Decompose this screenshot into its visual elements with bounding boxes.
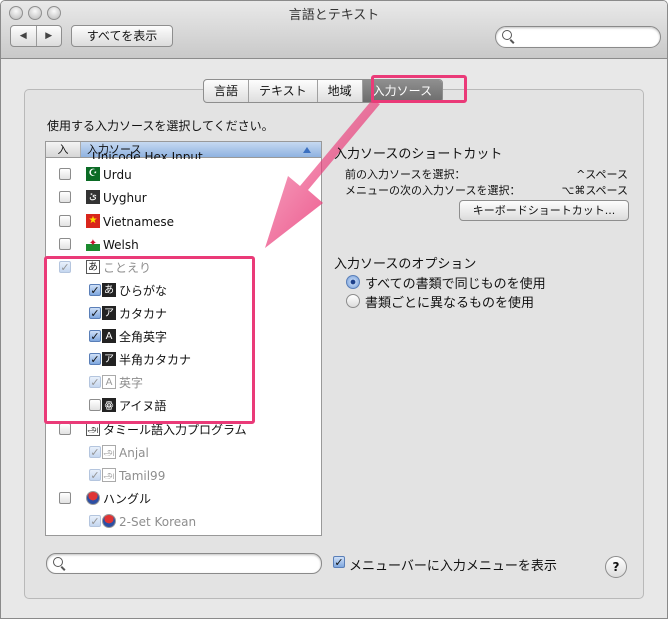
show-input-menu-checkbox[interactable]: ✓ [333,556,345,568]
search-input[interactable] [495,26,661,48]
keyboard-shortcuts-button[interactable]: キーボードショートカット... [459,200,629,221]
show-input-menu-label: メニューバーに入力メニューを表示 [349,559,557,574]
korea-flag-icon [86,491,100,505]
next-source-label: メニューの次の入力ソースを選択： [345,184,521,197]
vietnam-flag-icon: ★ [86,214,100,228]
option-per-document-label: 書類ごとに異なるものを使用 [365,296,535,311]
enable-checkbox[interactable] [59,423,71,435]
search-icon [502,30,512,40]
list-item[interactable]: ✓ 2-Set Korean [46,511,321,533]
list-item-label: Anjal [119,446,149,460]
list-item-label: Urdu [103,168,132,182]
list-item[interactable]: ئ Uyghur [46,187,321,209]
list-item[interactable]: ✓ அ Tamil99 [46,465,321,487]
enable-checkbox[interactable]: ✓ [89,469,101,481]
pakistan-flag-icon: ☪ [86,167,100,181]
tab-language[interactable]: 言語 [204,80,250,102]
list-item-label: Welsh [103,238,139,252]
search-icon [53,557,63,567]
anjal-icon: அ [102,445,116,459]
korean-2set-icon [102,514,116,528]
window-title: 言語とテキスト [288,8,380,23]
option-same-label: すべての書類で同じものを使用 [365,277,546,292]
list-item-label: ハングル [103,492,152,506]
instruction-label: 使用する入力ソースを選択してください。 [47,119,274,133]
next-source-shortcut: ⌥⌘スペース [561,184,628,197]
back-forward-control: ◀ ▶ [10,25,62,47]
clipped-row-label: Unicode Hex Input [92,150,203,159]
radio-per-document[interactable] [346,294,360,308]
enable-checkbox[interactable] [59,168,71,180]
list-item-label: Vietnamese [103,215,175,229]
prev-source-shortcut: ^スペース [576,168,628,181]
show-all-button[interactable]: すべてを表示 [71,25,173,47]
input-source-search[interactable] [46,553,322,574]
tab-highlight-box [371,75,467,103]
title-bar: 言語とテキスト ◀ ▶ すべてを表示 [1,1,667,59]
tamil-icon: அ [86,422,100,436]
tab-region[interactable]: 地域 [318,80,363,102]
list-item[interactable]: ☪ Urdu [46,164,321,186]
list-item[interactable]: ★ Vietnamese [46,211,321,233]
prev-source-label: 前の入力ソースを選択： [345,168,466,181]
list-item-label: Uyghur [103,191,147,205]
tab-text[interactable]: テキスト [249,80,318,102]
list-item[interactable]: ハングル [46,488,321,510]
enable-checkbox[interactable] [59,215,71,227]
list-item-label: 2-Set Korean [119,515,197,529]
enable-checkbox[interactable] [59,238,71,250]
list-item-label: タミール語入力プログラム [103,423,247,437]
help-button[interactable]: ? [605,556,627,578]
radio-same-all-documents[interactable] [346,275,360,289]
list-item-label: Tamil99 [119,469,166,483]
enable-checkbox[interactable] [59,191,71,203]
enable-checkbox[interactable] [59,492,71,504]
column-header-enabled[interactable]: 入 [46,142,81,157]
back-button[interactable]: ◀ [11,26,36,46]
list-item[interactable]: ✓ அ Anjal [46,442,321,464]
tamil99-icon: அ [102,468,116,482]
list-item[interactable]: ✦ Welsh [46,234,321,256]
highlight-box [44,256,255,424]
enable-checkbox[interactable]: ✓ [89,515,101,527]
shortcuts-title: 入力ソースのショートカット [334,147,503,162]
forward-button[interactable]: ▶ [35,26,62,46]
uyghur-script-icon: ئ [86,190,100,204]
enable-checkbox[interactable]: ✓ [89,446,101,458]
wales-flag-icon: ✦ [86,237,100,251]
options-title: 入力ソースのオプション [334,257,477,272]
